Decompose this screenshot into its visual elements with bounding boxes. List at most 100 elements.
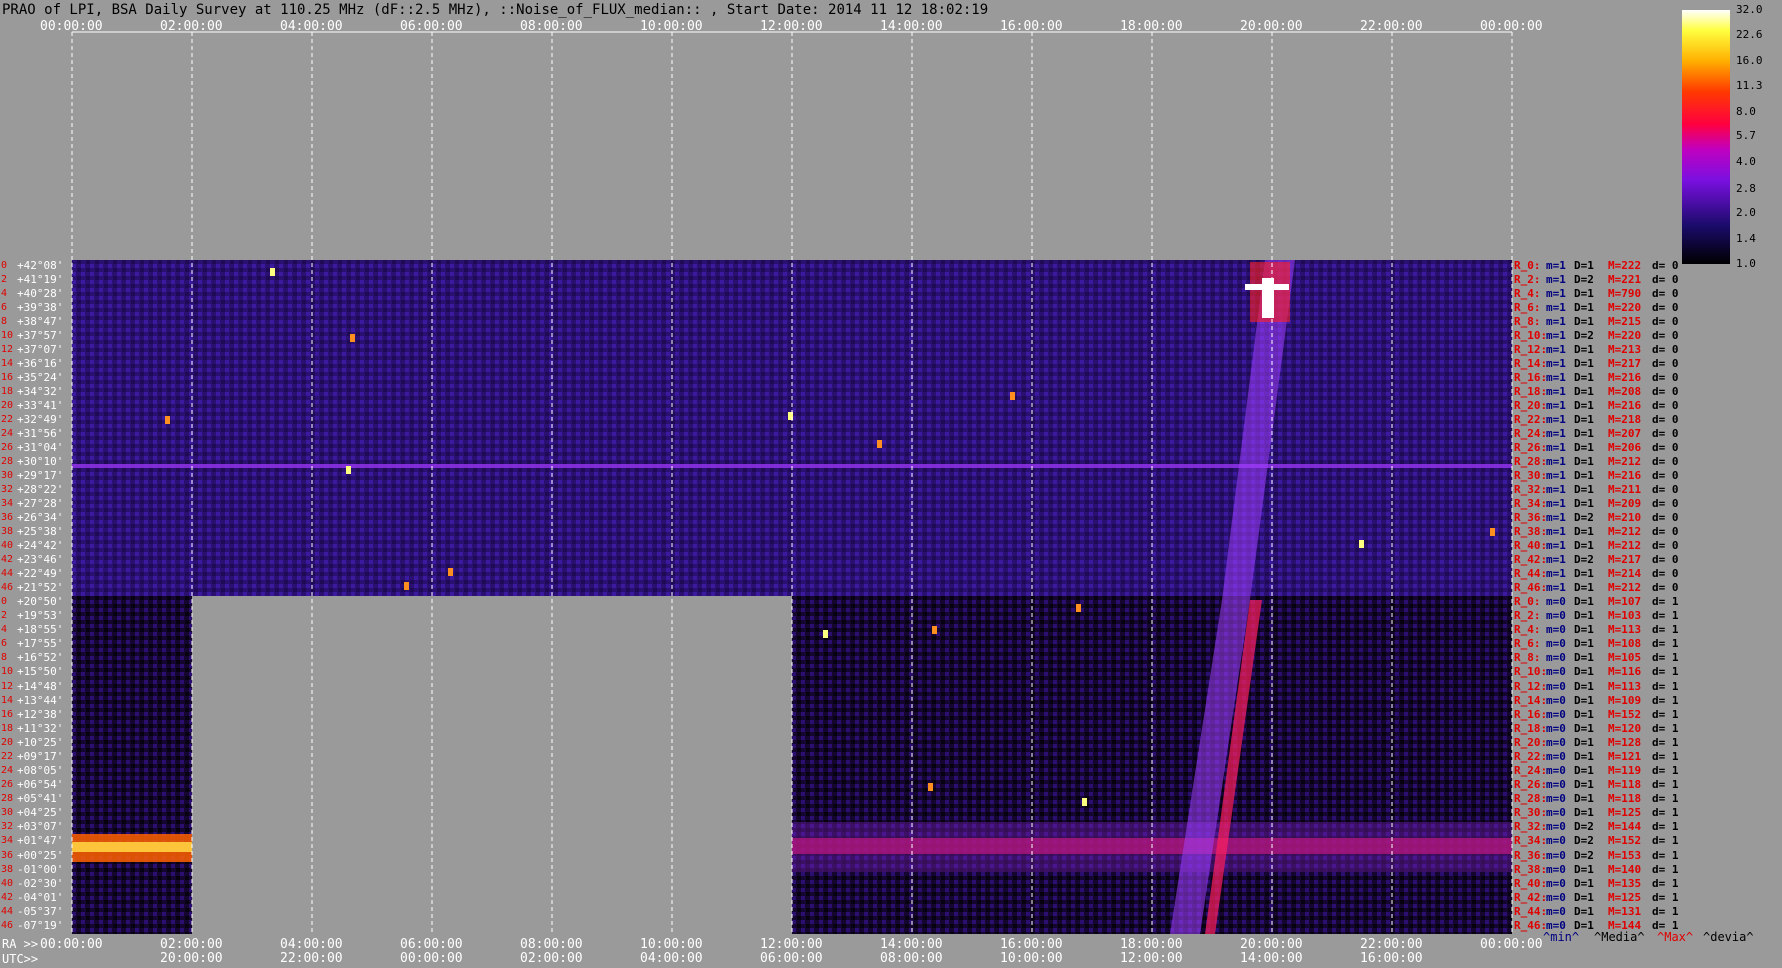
row-stat-id: R_22: bbox=[1514, 749, 1548, 763]
row-stat-min: m=0 bbox=[1546, 806, 1566, 820]
row-stat-min: m=0 bbox=[1546, 637, 1566, 651]
row-stat-deviation: d= 1 bbox=[1652, 749, 1679, 763]
row-stat-id: R_32: bbox=[1514, 820, 1548, 834]
row-stat-id: R_18: bbox=[1514, 385, 1548, 398]
row-stat-median: D=1 bbox=[1574, 357, 1594, 370]
row-stat-max: M=113 bbox=[1608, 679, 1642, 693]
row-stat-min: m=1 bbox=[1546, 455, 1566, 468]
row-stat-deviation: d= 1 bbox=[1652, 778, 1679, 792]
declination-label: +35°24' bbox=[17, 371, 64, 384]
row-stat-median: D=1 bbox=[1574, 371, 1594, 384]
row-stat-max: M=119 bbox=[1608, 764, 1642, 777]
row-stat-median: D=1 bbox=[1574, 413, 1594, 426]
row-stat-min: m=1 bbox=[1546, 287, 1566, 300]
row-stat-deviation: d= 1 bbox=[1652, 904, 1679, 918]
row-stat-min: m=0 bbox=[1546, 764, 1566, 777]
row-index-number: 12 bbox=[1, 680, 14, 692]
row-stat-deviation: d= 1 bbox=[1652, 834, 1679, 848]
row-stat-median: D=1 bbox=[1574, 876, 1594, 890]
row-index-number: 42 bbox=[1, 891, 14, 903]
colorbar-tick-label: 22.6 bbox=[1736, 28, 1763, 42]
point-source bbox=[165, 416, 170, 424]
row-index-number: 38 bbox=[1, 526, 14, 537]
row-stat-min: m=1 bbox=[1546, 259, 1566, 272]
declination-label: -01°00' bbox=[17, 862, 64, 876]
row-index-number: 22 bbox=[1, 750, 14, 762]
row-stat-median: D=1 bbox=[1574, 862, 1594, 876]
row-stat-deviation: d= 0 bbox=[1652, 273, 1679, 286]
row-stat-min: m=0 bbox=[1546, 595, 1566, 608]
row-stat-min: m=1 bbox=[1546, 273, 1566, 286]
row-stat-deviation: d= 0 bbox=[1652, 525, 1679, 538]
row-stat-median: D=1 bbox=[1574, 427, 1594, 440]
row-stat-median: D=1 bbox=[1574, 792, 1594, 806]
row-stat-min: m=0 bbox=[1546, 792, 1566, 806]
x-bottom-utc-tick-label: 22:00:00 bbox=[280, 951, 343, 966]
row-stat-deviation: d= 0 bbox=[1652, 329, 1679, 342]
row-index-number: 14 bbox=[1, 358, 14, 369]
row-stat-deviation: d= 0 bbox=[1652, 399, 1679, 412]
row-stat-deviation: d= 0 bbox=[1652, 441, 1679, 454]
point-source bbox=[1490, 528, 1495, 536]
x-top-tick-label: 00:00:00 bbox=[40, 19, 103, 34]
x-top-tick-label: 04:00:00 bbox=[280, 19, 343, 34]
declination-label: +32°49' bbox=[17, 413, 64, 426]
row-stat-id: R_26: bbox=[1514, 441, 1548, 454]
row-stat-min: m=0 bbox=[1546, 862, 1566, 876]
point-source bbox=[1010, 392, 1015, 400]
point-source bbox=[350, 334, 355, 342]
x-bottom-ra-tick-label: 02:00:00 bbox=[160, 937, 223, 952]
row-stat-min: m=0 bbox=[1546, 834, 1566, 848]
row-stat-min: m=1 bbox=[1546, 441, 1566, 454]
row-stat-id: R_2: bbox=[1514, 609, 1541, 623]
point-source bbox=[823, 630, 828, 638]
row-stat-max: M=140 bbox=[1608, 862, 1642, 876]
row-stat-id: R_20: bbox=[1514, 399, 1548, 412]
row-stat-id: R_34: bbox=[1514, 497, 1548, 510]
row-stat-id: R_4: bbox=[1514, 623, 1541, 637]
row-stat-min: m=0 bbox=[1546, 735, 1566, 749]
row-stat-id: R_22: bbox=[1514, 413, 1548, 426]
colorbar-tick-label: 5.7 bbox=[1736, 129, 1756, 143]
row-stat-deviation: d= 0 bbox=[1652, 553, 1679, 566]
row-stat-median: D=1 bbox=[1574, 749, 1594, 763]
row-index-number: 42 bbox=[1, 554, 14, 565]
point-source bbox=[1076, 604, 1081, 612]
row-stat-max: M=212 bbox=[1608, 539, 1642, 552]
x-bottom-utc-tick-label: 16:00:00 bbox=[1360, 951, 1423, 966]
declination-label: +26°34' bbox=[17, 511, 64, 524]
row-stat-max: M=103 bbox=[1608, 609, 1642, 623]
x-bottom-utc-tick-label: 14:00:00 bbox=[1240, 951, 1303, 966]
row-stat-median: D=1 bbox=[1574, 721, 1594, 735]
declination-label: -04°01' bbox=[17, 890, 64, 904]
declination-label: +21°52' bbox=[17, 581, 64, 594]
row-stat-median: D=1 bbox=[1574, 441, 1594, 454]
row-stat-id: R_16: bbox=[1514, 707, 1548, 721]
row-stat-min: m=1 bbox=[1546, 483, 1566, 496]
row-index-number: 16 bbox=[1, 372, 14, 383]
declination-label: -02°30' bbox=[17, 876, 64, 890]
row-stat-id: R_46: bbox=[1514, 581, 1548, 594]
row-stat-median: D=1 bbox=[1574, 259, 1594, 272]
colorbar-tick-label: 2.0 bbox=[1736, 206, 1756, 220]
declination-label: +36°16' bbox=[17, 357, 64, 370]
row-stat-deviation: d= 1 bbox=[1652, 792, 1679, 806]
x-bottom-ra-tick-label: 04:00:00 bbox=[280, 937, 343, 952]
row-stat-min: m=0 bbox=[1546, 904, 1566, 918]
row-stat-min: m=0 bbox=[1546, 609, 1566, 623]
row-stat-max: M=125 bbox=[1608, 890, 1642, 904]
row-stat-max: M=131 bbox=[1608, 904, 1642, 918]
row-stat-median: D=1 bbox=[1574, 301, 1594, 314]
x-bottom-ra-tick-label: 08:00:00 bbox=[520, 937, 583, 952]
row-stat-median: D=2 bbox=[1574, 511, 1594, 524]
row-stat-min: m=0 bbox=[1546, 623, 1566, 637]
declination-label: +18°55' bbox=[17, 623, 64, 637]
row-index-number: 4 bbox=[1, 288, 8, 299]
row-index-number: 32 bbox=[1, 821, 14, 833]
declination-label: +27°28' bbox=[17, 497, 64, 510]
row-stat-max: M=222 bbox=[1608, 259, 1642, 272]
row-stat-id: R_10: bbox=[1514, 665, 1548, 679]
row-stat-median: D=1 bbox=[1574, 778, 1594, 792]
row-stat-min: m=1 bbox=[1546, 469, 1566, 482]
declination-label: +01°47' bbox=[17, 834, 64, 848]
